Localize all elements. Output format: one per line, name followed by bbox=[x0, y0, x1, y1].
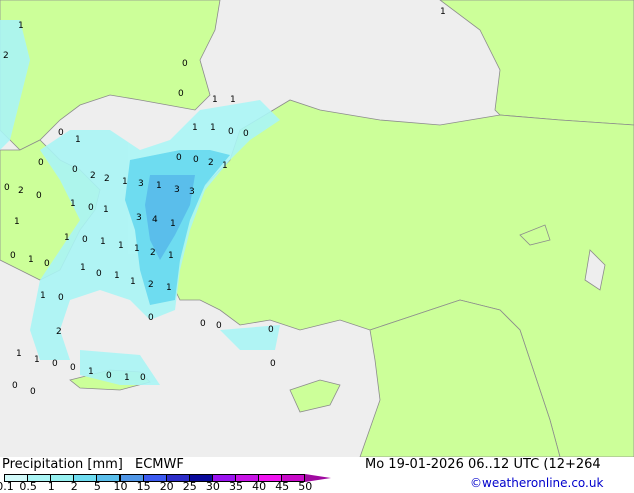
legend-tick: 50 bbox=[298, 480, 313, 493]
precip-value-label: 1 bbox=[118, 241, 124, 251]
model-name: ECMWF bbox=[135, 457, 184, 472]
precip-value-label: 0 bbox=[182, 59, 188, 69]
precip-value-label: 1 bbox=[34, 355, 40, 365]
precip-value-label: 0 bbox=[193, 155, 199, 165]
precip-value-label: 0 bbox=[228, 127, 234, 137]
legend-tick: 0.5 bbox=[19, 480, 37, 493]
precipitation-map: 12001 11 1 0 001002 2 1 3 1 3 30 0 2 12 01 0 13 4 111 0 1 1 1 2… bbox=[0, 0, 634, 457]
precip-value-label: 1 bbox=[70, 199, 76, 209]
precip-value-label: 0 bbox=[178, 89, 184, 99]
precip-value-label: 1 bbox=[16, 349, 22, 359]
precip-value-label: 2 bbox=[208, 158, 214, 168]
precip-value-label: 0 bbox=[96, 269, 102, 279]
legend-tick: 45 bbox=[275, 480, 290, 493]
legend-tick: 0.1 bbox=[0, 480, 14, 493]
precip-value-label: 2 bbox=[150, 248, 156, 258]
precip-value-label: 1 bbox=[156, 181, 162, 191]
valid-time: Mo 19-01-2026 06..12 UTC (12+264 bbox=[365, 457, 601, 472]
precip-value-label: 0 bbox=[72, 165, 78, 175]
precip-value-label: 0 bbox=[38, 158, 44, 168]
precip-value-label: 0 bbox=[148, 313, 154, 323]
precip-value-label: 0 bbox=[270, 359, 276, 369]
credit-link[interactable]: ©weatheronline.co.uk bbox=[470, 476, 603, 490]
precip-value-label: 0 bbox=[52, 359, 58, 369]
precip-value-label: 1 bbox=[192, 123, 198, 133]
precip-value-label: 2 bbox=[90, 171, 96, 181]
precip-value-label: 1 bbox=[230, 95, 236, 105]
precip-value-label: 1 bbox=[75, 135, 81, 145]
precip-value-label: 0 bbox=[44, 259, 50, 269]
precip-value-label: 3 bbox=[174, 185, 180, 195]
precip-value-label: 3 bbox=[189, 187, 195, 197]
precip-value-label: 1 bbox=[210, 123, 216, 133]
precip-value-label: 1 bbox=[88, 367, 94, 377]
precip-value-label: 0 bbox=[243, 129, 249, 139]
precip-value-label: 0 bbox=[12, 381, 18, 391]
precip-value-label: 1 bbox=[222, 161, 228, 171]
precip-value-label: 0 bbox=[106, 371, 112, 381]
precip-value-label: 1 bbox=[168, 251, 174, 261]
precip-value-label: 0 bbox=[58, 128, 64, 138]
legend-tick: 1 bbox=[47, 480, 55, 493]
precip-value-label: 1 bbox=[80, 263, 86, 273]
precip-value-label: 0 bbox=[200, 319, 206, 329]
precip-value-label: 2 bbox=[148, 280, 154, 290]
precip-value-label: 0 bbox=[36, 191, 42, 201]
legend-tick: 35 bbox=[229, 480, 243, 493]
legend-tick: 30 bbox=[205, 480, 220, 493]
precip-value-label: 1 bbox=[440, 7, 446, 17]
precip-value-label: 2 bbox=[3, 51, 9, 61]
precip-value-label: 2 bbox=[18, 186, 24, 196]
precip-value-label: 1 bbox=[103, 205, 109, 215]
precip-value-label: 1 bbox=[170, 219, 176, 229]
precip-value-label: 0 bbox=[82, 235, 88, 245]
precip-value-label: 1 bbox=[166, 283, 172, 293]
precip-value-label: 3 bbox=[138, 179, 144, 189]
legend-tick: 20 bbox=[159, 480, 174, 493]
legend-tick: 2 bbox=[70, 480, 78, 493]
precip-value-label: 2 bbox=[56, 327, 62, 337]
precip-value-label: 0 bbox=[10, 251, 16, 261]
precip-value-label: 1 bbox=[28, 255, 34, 265]
legend-tick: 40 bbox=[252, 480, 267, 493]
precip-value-label: 2 bbox=[104, 174, 110, 184]
precip-value-label: 1 bbox=[130, 277, 136, 287]
precip-value-label: 0 bbox=[216, 321, 222, 331]
precip-value-label: 3 bbox=[136, 213, 142, 223]
legend-tick: 5 bbox=[93, 480, 101, 493]
precip-value-label: 1 bbox=[114, 271, 120, 281]
precip-value-label: 0 bbox=[140, 373, 146, 383]
precip-value-label: 1 bbox=[14, 217, 20, 227]
legend-tick: 25 bbox=[182, 480, 197, 493]
precip-value-label: 1 bbox=[64, 233, 70, 243]
precip-value-label: 0 bbox=[30, 387, 36, 397]
precip-value-label: 1 bbox=[124, 373, 130, 383]
precip-value-label: 1 bbox=[212, 95, 218, 105]
precip-value-label: 0 bbox=[58, 293, 64, 303]
legend-bar: Precipitation [mm] ECMWF Mo 19-01-2026 0… bbox=[0, 457, 634, 493]
precip-value-label: 1 bbox=[134, 244, 140, 254]
precip-value-label: 0 bbox=[88, 203, 94, 213]
legend-tick: 15 bbox=[136, 480, 151, 493]
precip-value-label: 0 bbox=[4, 183, 10, 193]
legend-tick: 10 bbox=[113, 480, 128, 493]
precip-value-label: 1 bbox=[18, 21, 24, 31]
precip-value-label: 1 bbox=[122, 177, 128, 187]
precip-value-label: 4 bbox=[152, 215, 158, 225]
precip-value-label: 0 bbox=[70, 363, 76, 373]
precip-value-label: 1 bbox=[40, 291, 46, 301]
precip-value-label: 0 bbox=[176, 153, 182, 163]
precip-value-label: 1 bbox=[100, 237, 106, 247]
precip-value-label: 0 bbox=[268, 325, 274, 335]
map-title: Precipitation [mm] bbox=[2, 457, 123, 472]
